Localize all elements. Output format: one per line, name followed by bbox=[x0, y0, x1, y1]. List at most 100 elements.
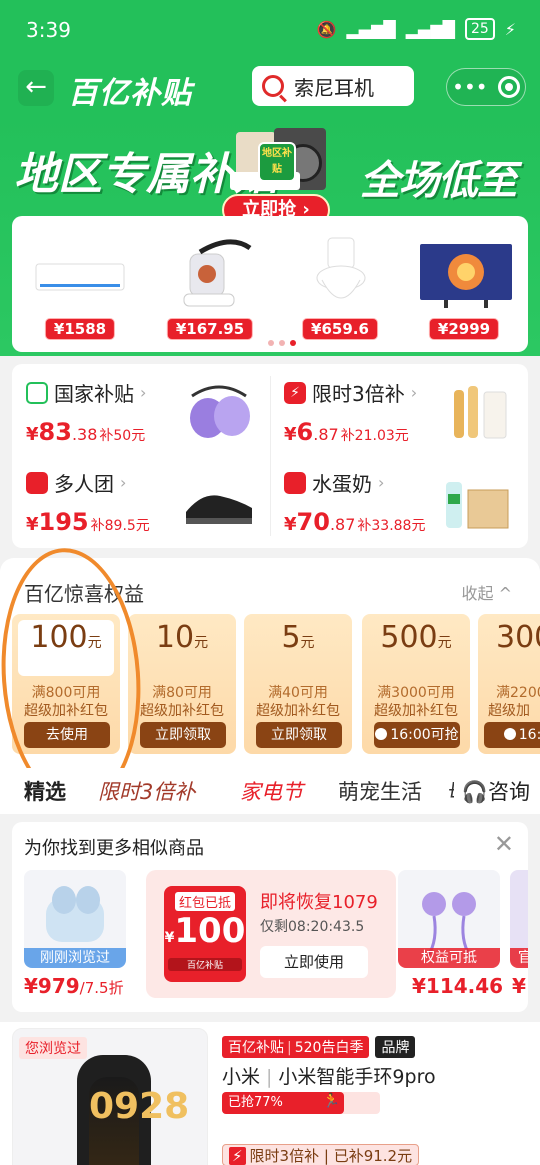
coupon-condition: 满80可用 bbox=[152, 685, 212, 701]
channel-price: ¥6.87 补21.03元 bbox=[284, 418, 409, 446]
red-packet-card[interactable]: 红包已抵 ¥100 百亿补贴 即将恢复1079 仅剩08:20:43.5 立即使… bbox=[146, 870, 396, 998]
top-bar: ← 百亿补贴 索尼耳机 ••• bbox=[0, 60, 540, 116]
similar-price: ¥ bbox=[512, 974, 526, 998]
carousel-dot bbox=[279, 340, 285, 346]
close-mini-program-icon[interactable] bbox=[497, 76, 520, 98]
coupon-condition: 满40可用 bbox=[268, 685, 328, 701]
tab-pet-life[interactable]: 萌宠生活 bbox=[338, 776, 422, 806]
listing-badges: 百亿补贴 | 520告白季 品牌 bbox=[222, 1036, 416, 1058]
triple-subsidy-badge: ⚡ 限时3倍补 | 已补91.2元 bbox=[222, 1144, 420, 1165]
similar-item-partial[interactable]: 官 ¥ bbox=[510, 870, 528, 1010]
product-image: 您浏览过 0928 bbox=[12, 1028, 208, 1165]
banner-appliance-art: 地区补贴 bbox=[226, 122, 330, 202]
red-packet: 红包已抵 ¥100 百亿补贴 bbox=[164, 886, 246, 982]
channel-title: 国家补贴 › bbox=[26, 378, 146, 407]
charging-icon: ⚡ bbox=[504, 19, 516, 39]
signal-icon-2: ▂▄▆█ bbox=[405, 19, 455, 39]
running-icon: 🏃 bbox=[322, 1093, 340, 1109]
brand-badge: 品牌 bbox=[375, 1036, 416, 1058]
claim-coupon-button[interactable]: 立即领取 bbox=[256, 722, 342, 748]
carousel-dot-active bbox=[290, 340, 296, 346]
similar-item[interactable]: 权益可抵 ¥114.46 bbox=[398, 870, 503, 1010]
search-query[interactable]: 索尼耳机 bbox=[294, 72, 374, 101]
channel-label: 多人团 bbox=[54, 472, 114, 496]
benefit-caption: 权益可抵 bbox=[398, 948, 500, 968]
close-icon[interactable]: ✕ bbox=[494, 830, 514, 858]
recently-viewed-caption: 刚刚浏览过 bbox=[24, 948, 126, 968]
coupon-card-partial[interactable]: 300 满2200 超级加 16:0 bbox=[478, 614, 540, 754]
channel-label: 水蛋奶 bbox=[312, 472, 372, 496]
search-icon bbox=[262, 75, 284, 97]
consult-button[interactable]: 🎧咨询 bbox=[453, 776, 530, 806]
tab-triple-subsidy[interactable]: 限时3倍补 bbox=[98, 776, 195, 806]
serum-vials-image bbox=[454, 386, 507, 439]
clock-icon bbox=[375, 728, 388, 740]
carousel-dots bbox=[268, 340, 296, 346]
earbuds-image bbox=[190, 385, 250, 438]
coupon-type: 超级加补红包 bbox=[374, 703, 458, 719]
sneaker-image bbox=[186, 495, 252, 524]
mite-vacuum-image bbox=[183, 239, 252, 307]
use-now-button[interactable]: 立即使用 bbox=[260, 946, 368, 978]
coupon-amount: 300 bbox=[496, 620, 540, 655]
air-conditioner-image bbox=[35, 263, 125, 291]
channel-label: 国家补贴 bbox=[54, 382, 134, 406]
timed-coupon-button[interactable]: 16:00可抢 bbox=[374, 722, 460, 748]
sales-progress: 已抢77% 🏃 bbox=[222, 1092, 380, 1114]
channel-price: ¥70.87 补33.88元 bbox=[284, 508, 426, 536]
product-carousel: ¥1588 ¥167.95 ¥659.6 ¥2999 bbox=[12, 216, 528, 352]
chevron-right-icon: › bbox=[378, 473, 385, 492]
collapse-button[interactable]: 收起 ^ bbox=[462, 580, 513, 604]
red-packet-amount: ¥100 bbox=[164, 911, 246, 951]
group-buy-icon bbox=[26, 471, 48, 494]
product-price: ¥659.6 bbox=[302, 318, 378, 340]
status-time: 3:39 bbox=[26, 18, 71, 42]
product-mite-vacuum[interactable]: ¥167.95 bbox=[150, 228, 270, 340]
similar-item[interactable]: 刚刚浏览过 ¥979/7.5折 bbox=[24, 870, 126, 1010]
search-box[interactable]: 索尼耳机 bbox=[252, 66, 414, 106]
coupon-card[interactable]: 10元 满80可用 超级加补红包 立即领取 bbox=[128, 614, 236, 754]
product-tv[interactable]: ¥2999 bbox=[404, 228, 524, 340]
chevron-right-icon: › bbox=[140, 383, 147, 402]
viewed-tag: 您浏览过 bbox=[19, 1037, 87, 1059]
channel-title: 水蛋奶 › bbox=[284, 468, 384, 497]
lightning-icon: ⚡ bbox=[229, 1147, 246, 1165]
product-price: ¥167.95 bbox=[166, 318, 254, 340]
channel-water-eggs-milk[interactable]: 水蛋奶 › ¥70.87 补33.88元 bbox=[274, 458, 524, 544]
channel-triple-subsidy[interactable]: ⚡ 限时3倍补 › ¥6.87 补21.03元 bbox=[274, 368, 524, 454]
channel-price: ¥195 补89.5元 bbox=[26, 508, 150, 536]
tab-featured[interactable]: 精选 bbox=[24, 776, 66, 806]
channel-title: 多人团 › bbox=[26, 468, 126, 497]
more-button[interactable]: ••• bbox=[452, 75, 487, 99]
coupon-amount: 5元 bbox=[281, 620, 315, 655]
coupon-type: 超级加补红包 bbox=[256, 703, 340, 719]
water-pack-image bbox=[446, 482, 509, 529]
coupon-card[interactable]: 500元 满3000可用 超级加补红包 16:00可抢 bbox=[362, 614, 470, 754]
product-listing[interactable]: 您浏览过 0928 百亿补贴 | 520告白季 品牌 小米 | 小米智能手环9pro 已… bbox=[0, 1022, 540, 1165]
product-price: ¥1588 bbox=[44, 318, 116, 340]
smart-band-image: 0928 bbox=[77, 1055, 189, 1165]
listing-title: 小米 | 小米智能手环9pro bbox=[222, 1066, 436, 1088]
coupon-card[interactable]: 5元 满40可用 超级加补红包 立即领取 bbox=[244, 614, 352, 754]
water-drop-icon bbox=[284, 471, 306, 494]
channel-group-buy[interactable]: 多人团 › ¥195 补89.5元 bbox=[16, 458, 266, 544]
coupon-amount: 500元 bbox=[380, 620, 452, 655]
chevron-right-icon: › bbox=[120, 473, 127, 492]
partial-caption: 官 bbox=[510, 948, 528, 968]
battery-icon: 25 bbox=[464, 18, 495, 40]
channel-national-subsidy[interactable]: 国家补贴 › ¥83.38 补50元 bbox=[16, 368, 266, 454]
home-icon bbox=[26, 381, 48, 404]
similar-title: 为你找到更多相似商品 bbox=[24, 838, 204, 859]
claim-coupon-button[interactable]: 立即领取 bbox=[140, 722, 226, 748]
channel-label: 限时3倍补 bbox=[312, 382, 405, 406]
back-button[interactable]: ← bbox=[18, 70, 54, 106]
banner-tag: 地区补贴 bbox=[258, 142, 296, 182]
mute-icon: 🔕 bbox=[316, 19, 337, 39]
tab-appliance-festival[interactable]: 家电节 bbox=[240, 776, 303, 806]
toilet-image bbox=[316, 237, 366, 299]
timed-coupon-button[interactable]: 16:0 bbox=[484, 722, 540, 748]
product-air-conditioner[interactable]: ¥1588 bbox=[20, 228, 140, 340]
brand-logo: 百亿补贴 bbox=[68, 76, 192, 111]
headset-icon: 🎧 bbox=[461, 780, 488, 804]
product-toilet[interactable]: ¥659.6 bbox=[280, 228, 400, 340]
